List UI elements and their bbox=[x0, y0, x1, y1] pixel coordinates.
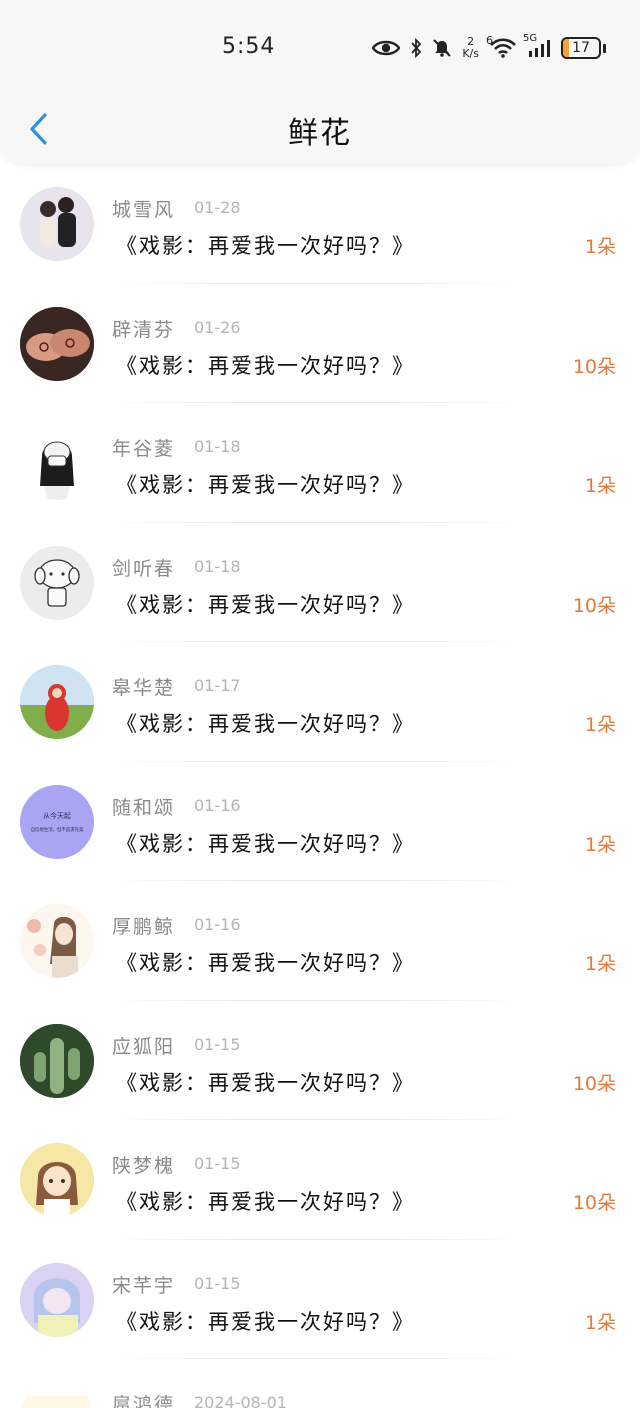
flower-count: 10朵 bbox=[572, 594, 616, 617]
list-item[interactable]: 从今天起 自信地生活，但不追求完美 随和颂 01-16 《戏影：再爱我一次好吗？》 1朵 bbox=[0, 762, 640, 881]
send-date: 01-15 bbox=[194, 1034, 241, 1054]
avatar[interactable] bbox=[20, 904, 94, 978]
work-title: 《戏影：再爱我一次好吗？》 bbox=[116, 1190, 415, 1214]
battery-level: 17 bbox=[572, 40, 590, 56]
eye-icon bbox=[372, 39, 401, 57]
wifi-icon: 6 bbox=[486, 34, 517, 58]
battery-fill bbox=[563, 39, 570, 57]
flower-list: 城雪风 01-28 《戏影：再爱我一次好吗？》 1朵 辟清芬 01-26 《戏影：再爱我一次… bbox=[0, 164, 640, 1408]
flower-count: 1朵 bbox=[584, 833, 616, 856]
page-title: 鲜花 bbox=[288, 116, 352, 151]
sender-name: 城雪风 bbox=[112, 199, 176, 221]
status-icons: 2 K/s 6 5G 17 bbox=[372, 33, 606, 62]
sender-name: 扈鸿德 bbox=[112, 1394, 176, 1408]
cell-signal-icon: 5G bbox=[523, 33, 551, 58]
net-speed-unit: K/s bbox=[462, 47, 479, 60]
sender-name: 陕梦槐 bbox=[112, 1155, 176, 1177]
work-title: 《戏影：再爱我一次好吗？》 bbox=[116, 473, 415, 497]
send-date: 01-18 bbox=[194, 437, 241, 456]
flowers-page: 5:54 2 K/s 6 5G 17 鲜花 城雪风 01-28 《戏影：再爱我一… bbox=[0, 0, 640, 1408]
send-date: 01-16 bbox=[194, 795, 241, 815]
status-bar: 5:54 2 K/s 6 5G 17 bbox=[0, 0, 640, 90]
work-title: 《戏影：再爱我一次好吗？》 bbox=[116, 712, 415, 736]
avatar[interactable] bbox=[20, 665, 94, 739]
avatar[interactable] bbox=[20, 306, 94, 381]
list-item[interactable]: 皋华楚 01-17 《戏影：再爱我一次好吗？》 1朵 bbox=[0, 642, 640, 762]
flower-count: 10朵 bbox=[572, 355, 616, 378]
nav-bar: 鲜花 bbox=[0, 96, 640, 162]
list-item[interactable]: 应狐阳 01-15 《戏影：再爱我一次好吗？》 10朵 bbox=[0, 1001, 640, 1120]
sender-name: 宋芊宇 bbox=[112, 1274, 176, 1297]
flower-count: 1朵 bbox=[584, 236, 616, 258]
battery: 17 bbox=[561, 37, 601, 59]
sender-name: 皋华楚 bbox=[112, 677, 176, 699]
avatar-text-2: 自信地生活，但不追求完美 bbox=[31, 826, 84, 833]
wifi-label: 6 bbox=[486, 34, 493, 47]
avatar[interactable] bbox=[20, 187, 94, 261]
send-date: 01-28 bbox=[194, 198, 241, 217]
status-time: 5:54 bbox=[222, 34, 276, 59]
avatar[interactable] bbox=[20, 1262, 94, 1337]
flower-count: 1朵 bbox=[584, 714, 616, 736]
send-date: 2024-08-01 bbox=[194, 1393, 287, 1408]
list-item[interactable]: 剑听春 01-18 《戏影：再爱我一次好吗？》 10朵 bbox=[0, 523, 640, 642]
bell-muted-icon bbox=[432, 38, 452, 58]
work-title: 《戏影：再爱我一次好吗？》 bbox=[116, 353, 415, 378]
sender-name: 剑听春 bbox=[112, 557, 176, 580]
list-item[interactable]: 厚鹏鲸 01-16 《戏影：再爱我一次好吗？》 1朵 bbox=[0, 881, 640, 1001]
work-title: 《戏影：再爱我一次好吗？》 bbox=[116, 234, 415, 258]
send-date: 01-16 bbox=[194, 915, 241, 934]
work-title: 《戏影：再爱我一次好吗？》 bbox=[116, 951, 415, 975]
list-item[interactable]: 年谷菱 01-18 《戏影：再爱我一次好吗？》 1朵 bbox=[0, 403, 640, 523]
sender-name: 随和颂 bbox=[112, 796, 176, 819]
flower-count: 1朵 bbox=[584, 1311, 616, 1334]
cell-label: 5G bbox=[523, 33, 538, 44]
avatar[interactable] bbox=[20, 1382, 94, 1408]
flower-count: 10朵 bbox=[572, 1072, 616, 1095]
avatar[interactable] bbox=[20, 1143, 94, 1217]
work-title: 《戏影：再爱我一次好吗？》 bbox=[116, 592, 415, 617]
send-date: 01-18 bbox=[194, 556, 241, 576]
avatar-text-1: 从今天起 bbox=[43, 811, 71, 820]
avatar[interactable] bbox=[20, 1023, 94, 1098]
list-item[interactable]: 宋芊宇 01-15 《戏影：再爱我一次好吗？》 1朵 bbox=[0, 1240, 640, 1359]
flower-count: 1朵 bbox=[584, 475, 616, 497]
sender-name: 应狐阳 bbox=[112, 1035, 176, 1058]
battery-icon: 17 bbox=[561, 37, 606, 59]
send-date: 01-17 bbox=[194, 676, 241, 695]
flower-count: 1朵 bbox=[584, 953, 616, 975]
sender-name: 辟清芬 bbox=[112, 318, 176, 341]
work-title: 《戏影：再爱我一次好吗？》 bbox=[116, 1309, 415, 1334]
sender-name: 年谷菱 bbox=[112, 438, 176, 460]
list-item[interactable]: 陕梦槐 01-15 《戏影：再爱我一次好吗？》 10朵 bbox=[0, 1120, 640, 1240]
list-item[interactable]: 城雪风 01-28 《戏影：再爱我一次好吗？》 1朵 bbox=[0, 164, 640, 284]
send-date: 01-26 bbox=[194, 317, 241, 337]
send-date: 01-15 bbox=[194, 1273, 241, 1293]
header: 5:54 2 K/s 6 5G 17 鲜花 bbox=[0, 0, 640, 164]
battery-tip bbox=[603, 43, 606, 53]
avatar[interactable] bbox=[20, 545, 94, 620]
net-speed: 2 K/s bbox=[462, 36, 479, 60]
sender-name: 厚鹏鲸 bbox=[112, 916, 176, 938]
bluetooth-icon bbox=[410, 38, 422, 58]
avatar[interactable]: 从今天起自信地生活，但不追求完美 bbox=[20, 784, 94, 859]
work-title: 《戏影：再爱我一次好吗？》 bbox=[116, 1070, 415, 1095]
list-item[interactable]: 扈鸿德 2024-08-01 bbox=[0, 1359, 640, 1408]
work-title: 《戏影：再爱我一次好吗？》 bbox=[116, 831, 415, 856]
flower-count: 10朵 bbox=[572, 1192, 616, 1214]
list-item[interactable]: 辟清芬 01-26 《戏影：再爱我一次好吗？》 10朵 bbox=[0, 284, 640, 403]
send-date: 01-15 bbox=[194, 1154, 241, 1173]
avatar[interactable] bbox=[20, 426, 94, 500]
